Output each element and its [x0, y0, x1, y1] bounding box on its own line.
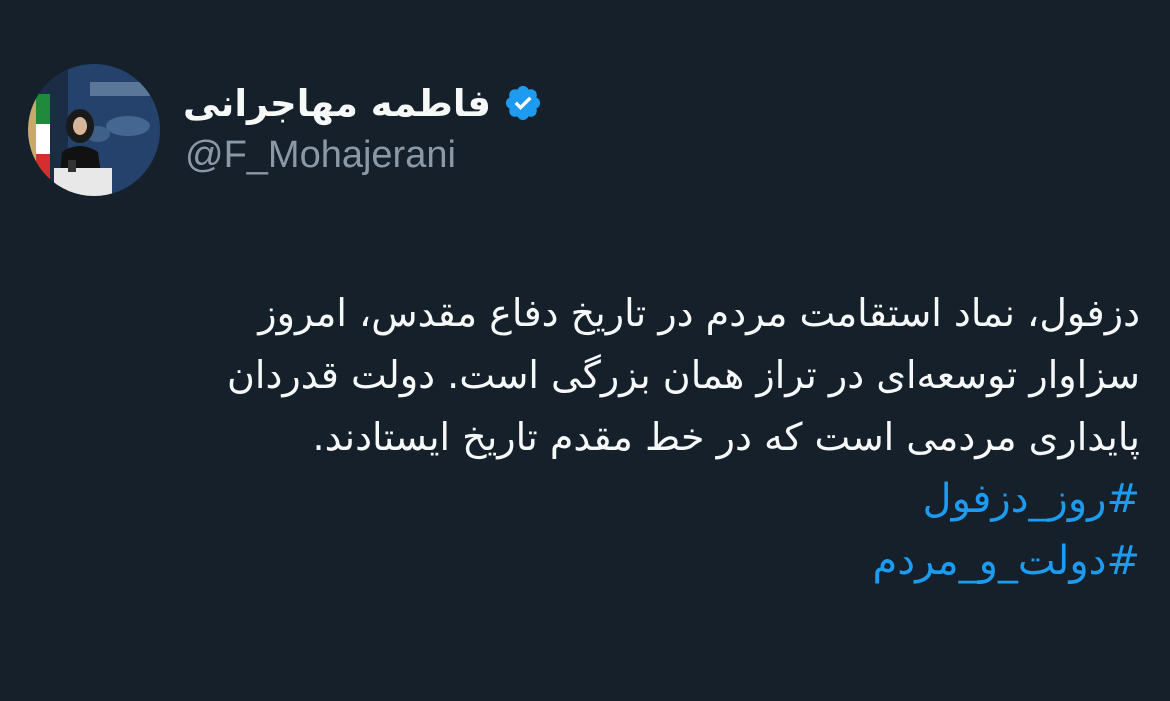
- avatar-photo-icon: [28, 64, 160, 196]
- tweet-card: فاطمه مهاجرانی @F_Mohajerani دزفول، نماد…: [0, 0, 1170, 701]
- tweet-body: دزفول، نماد استقامت مردم در تاریخ دفاع م…: [30, 282, 1140, 592]
- author-display-name[interactable]: فاطمه مهاجرانی: [183, 82, 491, 125]
- tweet-text-line: دزفول، نماد استقامت مردم در تاریخ دفاع م…: [258, 291, 1140, 335]
- hashtag-link[interactable]: #روز_دزفول: [30, 468, 1140, 530]
- author-handle[interactable]: @F_Mohajerani: [185, 134, 456, 177]
- tweet-text-line: پایداری مردمی است که در خط مقدم تاریخ ای…: [312, 415, 1140, 459]
- hashtag-link[interactable]: #دولت_و_مردم: [30, 530, 1141, 592]
- tweet-text-line: سزاوار توسعه‌ای در تراز همان بزرگی است. …: [227, 353, 1140, 397]
- verified-badge-icon: [503, 83, 543, 123]
- author-name-row: فاطمه مهاجرانی: [183, 78, 543, 128]
- author-avatar[interactable]: [28, 64, 160, 196]
